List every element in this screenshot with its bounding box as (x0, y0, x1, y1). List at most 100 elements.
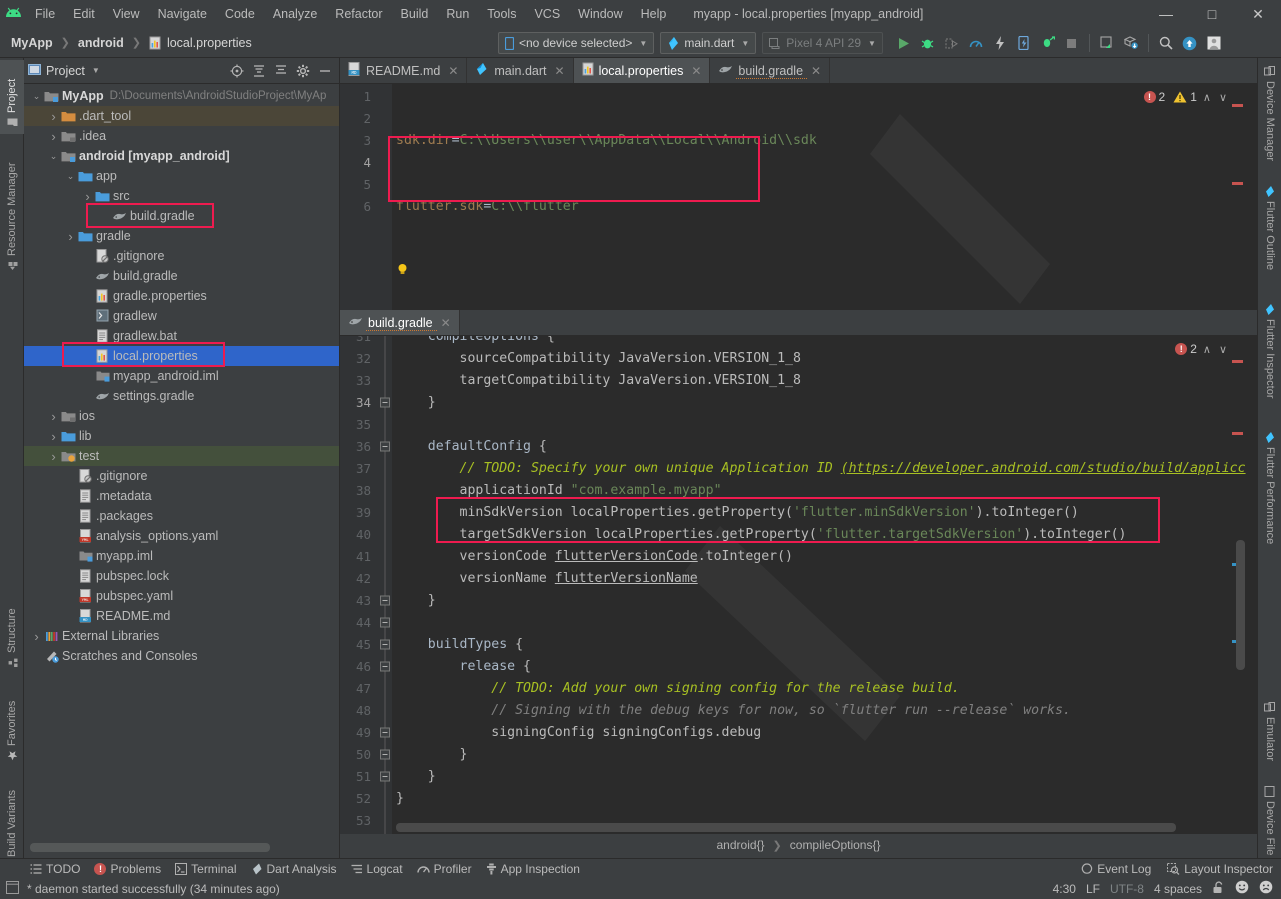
sidebar-item-resource-manager[interactable]: Resource Manager (0, 142, 24, 277)
menu-build[interactable]: Build (392, 3, 438, 25)
editor-top-fold-gutter[interactable] (378, 84, 392, 310)
tab-local-properties[interactable]: local.properties ✕ (574, 58, 711, 83)
editor-bottom-inspection-widget[interactable]: ! 2 ∧ ∨ (1175, 342, 1229, 356)
sdk-manager-button[interactable] (1120, 31, 1142, 55)
chevron-right-icon[interactable]: › (81, 189, 94, 204)
tree-node[interactable]: ⌄MyAppD:\Documents\AndroidStudioProject\… (24, 86, 339, 106)
minimize-button[interactable]: — (1143, 0, 1189, 28)
device-selector[interactable]: <no device selected> ▼ (498, 32, 654, 54)
hot-reload-button[interactable] (989, 31, 1011, 55)
menu-tools[interactable]: Tools (478, 3, 525, 25)
tree-node[interactable]: gradlew (24, 306, 339, 326)
maximize-button[interactable]: □ (1189, 0, 1235, 28)
breadcrumb-android[interactable]: android (75, 34, 127, 52)
breadcrumb-myapp[interactable]: MyApp (8, 34, 56, 52)
breadcrumb-local-properties[interactable]: local.properties (164, 34, 255, 52)
sync-gradle-button[interactable] (1037, 31, 1059, 55)
chevron-right-icon[interactable]: › (30, 629, 43, 644)
attach-debugger-button[interactable] (1013, 31, 1035, 55)
tree-node[interactable]: ›src (24, 186, 339, 206)
chevron-right-icon[interactable]: › (47, 109, 60, 124)
tool-app-inspection[interactable]: App Inspection (486, 862, 580, 876)
tree-node[interactable]: local.properties (24, 346, 339, 366)
tool-todo[interactable]: TODO (30, 862, 80, 876)
menu-view[interactable]: View (104, 3, 149, 25)
tab-build-gradle[interactable]: build.gradle ✕ (710, 58, 830, 83)
tree-node[interactable]: myapp.iml (24, 546, 339, 566)
editor-bottom-code-area[interactable]: 3132333435363738394041424344454647484950… (340, 336, 1257, 834)
collapse-all-button[interactable] (271, 61, 291, 81)
chevron-down-icon[interactable]: ⌄ (64, 171, 77, 182)
gear-icon[interactable] (293, 61, 313, 81)
hide-panel-button[interactable] (315, 61, 335, 81)
chevron-right-icon[interactable]: › (47, 429, 60, 444)
file-encoding[interactable]: UTF-8 (1110, 882, 1144, 896)
editor-top-code-area[interactable]: 1 2 3 4 5 6 sdk.dir=C:\\Users\\user\\App… (340, 84, 1257, 310)
chevron-right-icon[interactable]: › (47, 449, 60, 464)
close-button[interactable]: ✕ (1235, 0, 1281, 28)
error-marker[interactable] (1232, 104, 1243, 107)
intention-bulb-icon[interactable] (396, 262, 409, 284)
sad-feedback-icon[interactable] (1259, 880, 1273, 897)
chevron-down-icon[interactable]: ⌄ (47, 151, 60, 162)
lock-icon[interactable] (1212, 881, 1225, 897)
tree-node[interactable]: pubspec.lock (24, 566, 339, 586)
tool-dart-analysis[interactable]: Dart Analysis (251, 862, 337, 876)
breadcrumb-compile-options-block[interactable]: compileOptions{} (790, 838, 881, 852)
tree-node[interactable]: YMLanalysis_options.yaml (24, 526, 339, 546)
tree-node[interactable]: ⌄android [myapp_android] (24, 146, 339, 166)
editor-horizontal-scrollbar[interactable] (396, 823, 1176, 832)
user-account-icon[interactable] (1203, 31, 1225, 55)
indent-setting[interactable]: 4 spaces (1154, 882, 1202, 896)
select-opened-file-button[interactable] (227, 61, 247, 81)
editor-top-code[interactable]: sdk.dir=C:\\Users\\user\\AppData\\Local\… (396, 84, 1257, 310)
tree-node[interactable]: settings.gradle (24, 386, 339, 406)
tree-node[interactable]: ›lib (24, 426, 339, 446)
tree-node[interactable]: ›gradle (24, 226, 339, 246)
menu-analyze[interactable]: Analyze (264, 3, 326, 25)
run-configuration-selector[interactable]: main.dart ▼ (660, 32, 756, 54)
error-count-badge[interactable]: ! 2 (1144, 90, 1166, 104)
editor-top-gutter[interactable]: 1 2 3 4 5 6 (340, 84, 378, 310)
sidebar-item-device-manager[interactable]: Device Manager (1258, 60, 1281, 172)
update-button[interactable] (1179, 31, 1201, 55)
tab-readme-md[interactable]: MD README.md ✕ (340, 58, 467, 83)
sidebar-item-favorites[interactable]: Favorites (0, 683, 24, 767)
tree-node[interactable]: ›External Libraries (24, 626, 339, 646)
project-tree[interactable]: ⌄MyAppD:\Documents\AndroidStudioProject\… (24, 84, 339, 858)
tool-logcat[interactable]: Logcat (351, 862, 403, 876)
chevron-down-icon[interactable]: ▼ (92, 66, 100, 75)
tool-event-log[interactable]: Event Log (1081, 862, 1151, 876)
tree-node[interactable]: ›ios (24, 406, 339, 426)
editor-bottom-gutter[interactable]: 3132333435363738394041424344454647484950… (340, 336, 378, 834)
tab-main-dart[interactable]: main.dart ✕ (467, 58, 573, 83)
chevron-right-icon[interactable]: › (47, 129, 60, 144)
search-icon[interactable] (1155, 31, 1177, 55)
error-count-badge[interactable]: ! 2 (1175, 342, 1197, 356)
line-separator[interactable]: LF (1086, 882, 1100, 896)
menu-navigate[interactable]: Navigate (149, 3, 216, 25)
expand-all-button[interactable] (249, 61, 269, 81)
chevron-right-icon[interactable]: › (64, 229, 77, 244)
editor-vertical-scrollbar[interactable] (1236, 540, 1245, 670)
fold-markers[interactable] (378, 336, 392, 834)
editor-top-inspection-widget[interactable]: ! 2 1 ∧ ∨ (1144, 90, 1230, 104)
profiler-button[interactable] (965, 31, 987, 55)
avd-manager-button[interactable] (1096, 31, 1118, 55)
run-button[interactable] (893, 31, 915, 55)
tree-node[interactable]: ›test (24, 446, 339, 466)
tree-node[interactable]: .packages (24, 506, 339, 526)
menu-code[interactable]: Code (216, 3, 264, 25)
menu-edit[interactable]: Edit (64, 3, 104, 25)
previous-problem-button[interactable]: ∧ (1201, 91, 1213, 104)
close-icon[interactable]: ✕ (691, 64, 701, 78)
chevron-right-icon[interactable]: › (47, 409, 60, 424)
next-problem-button[interactable]: ∨ (1217, 343, 1229, 356)
sidebar-item-structure[interactable]: Structure (0, 594, 24, 674)
tree-node[interactable]: Scratches and Consoles (24, 646, 339, 666)
sidebar-item-flutter-outline[interactable]: Flutter Outline (1258, 180, 1281, 290)
close-icon[interactable]: ✕ (448, 64, 458, 78)
editor-bottom-fold-gutter[interactable] (378, 336, 392, 834)
menu-refactor[interactable]: Refactor (326, 3, 391, 25)
menu-run[interactable]: Run (437, 3, 478, 25)
